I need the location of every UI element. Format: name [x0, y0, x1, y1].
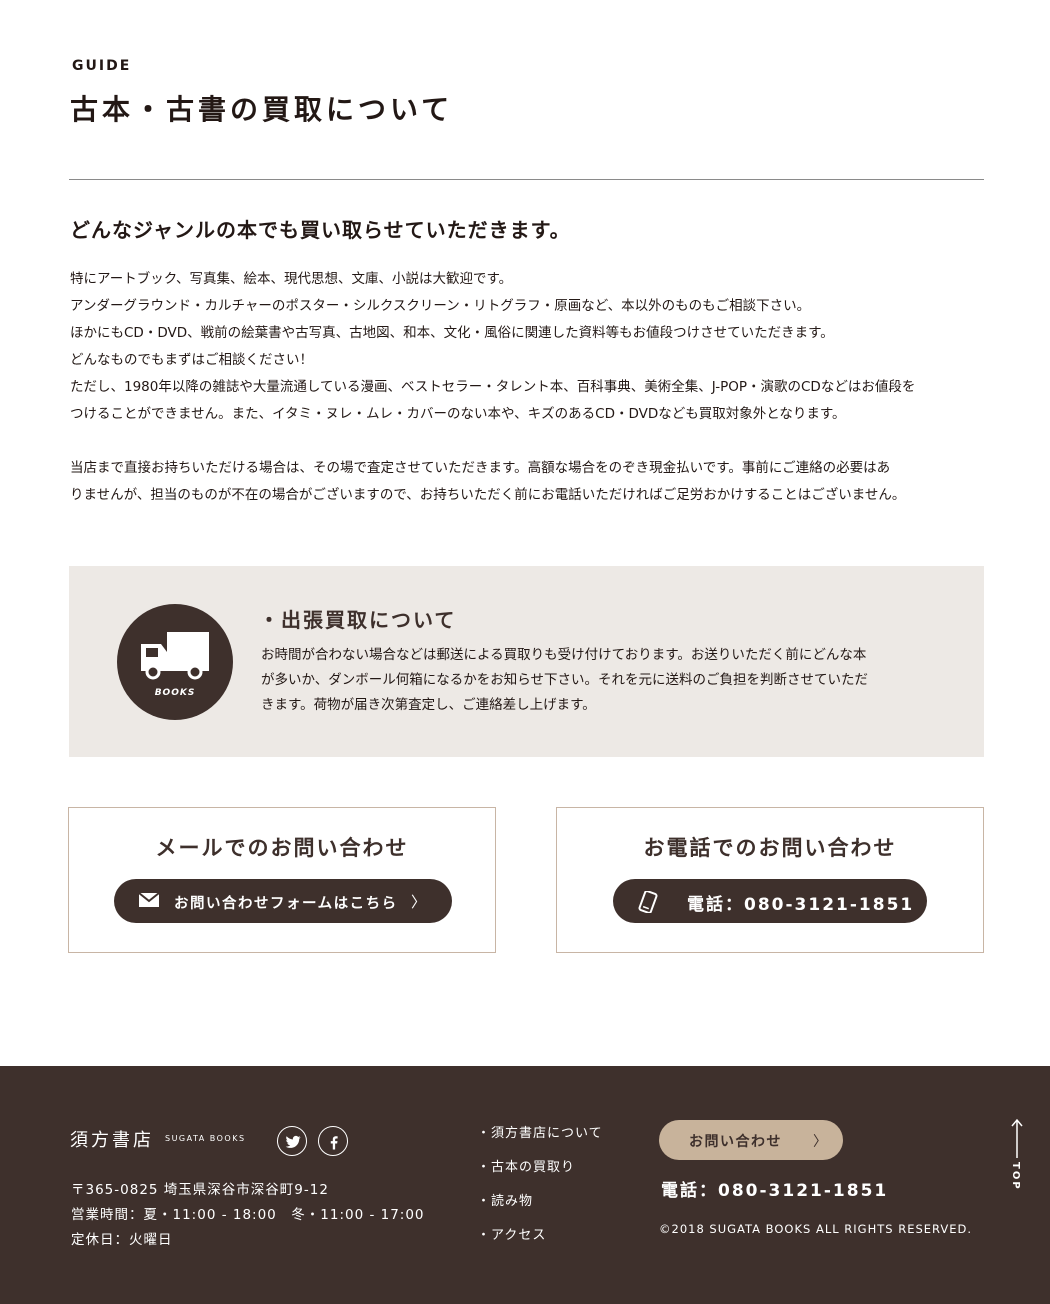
contact-form-button[interactable]: お問い合わせフォームはこちら 〉: [114, 879, 452, 923]
tel-contact-card: お電話でのお問い合わせ 電話：080-3121-1851: [556, 807, 984, 953]
footer-logo[interactable]: 須方書店: [70, 1126, 154, 1152]
lead-heading: どんなジャンルの本でも買い取らせていただきます。: [70, 218, 571, 242]
mail-contact-title: メールでのお問い合わせ: [155, 836, 409, 860]
guide-label: GUIDE: [72, 58, 132, 74]
intro-line: 特にアートブック、写真集、絵本、現代思想、文庫、小説は大歓迎です。: [70, 271, 513, 287]
intro-line: つけることができません。また、イタミ・ヌレ・ムレ・カバーのない本や、キズのあるC…: [70, 406, 846, 422]
service-line: が多いか、ダンボール何箱になるかをお知らせ下さい。それを元に送料のご負担を判断さ…: [261, 672, 868, 688]
phone-call-button[interactable]: 電話：080-3121-1851: [613, 879, 927, 923]
arrow-up-icon: [1011, 1118, 1023, 1158]
footer-tel[interactable]: 電話：080-3121-1851: [661, 1176, 888, 1201]
back-to-top-label: TOP: [1010, 1162, 1021, 1191]
instore-line: 当店まで直接お持ちいただける場合は、その場で査定させていただきます。高額な場合を…: [70, 460, 891, 476]
intro-text: 特にアートブック、写真集、絵本、現代思想、文庫、小説は大歓迎です。 アンダーグラ…: [70, 266, 990, 509]
copyright: ©2018 SUGATA BOOKS ALL RIGHTS RESERVED.: [659, 1222, 973, 1236]
closed-day-line: 定休日：火曜日: [71, 1232, 173, 1248]
truck-icon: [141, 632, 209, 680]
footer-logo-en: SUGATA BOOKS: [165, 1134, 246, 1143]
intro-line: ただし、1980年以降の雑誌や大量流通している漫画、ベストセラー・タレント本、百…: [70, 379, 916, 395]
intro-line: どんなものでもまずはご相談ください！: [70, 352, 313, 368]
footer-nav-buyback[interactable]: ・古本の買取り: [477, 1156, 603, 1190]
chevron-right-icon: 〉: [813, 1134, 827, 1150]
service-title: ・出張買取について: [259, 608, 457, 632]
site-footer: 須方書店 SUGATA BOOKS 〒365-0825 埼玉県深谷市深谷町9-1…: [0, 1066, 1050, 1304]
badge-label: BOOKS: [154, 688, 196, 698]
footer-contact-label: お問い合わせ: [689, 1134, 782, 1150]
footer-nav: ・須方書店について ・古本の買取り ・読み物 ・アクセス: [477, 1122, 603, 1258]
facebook-link[interactable]: [318, 1126, 348, 1156]
phone-icon: [638, 891, 658, 913]
phone-number: 電話：080-3121-1851: [687, 895, 915, 915]
intro-line: ほかにもCD・DVD、戦前の絵葉書や古写真、古地図、和本、文化・風俗に関連した資…: [70, 325, 834, 341]
mail-in-service-box: BOOKS ・出張買取について お時間が合わない場合などは郵送による買取りも受け…: [69, 566, 984, 757]
footer-nav-access[interactable]: ・アクセス: [477, 1224, 603, 1258]
footer-contact-button[interactable]: お問い合わせ 〉: [659, 1120, 843, 1160]
footer-nav-reading[interactable]: ・読み物: [477, 1190, 603, 1224]
back-to-top-button[interactable]: TOP: [1006, 1118, 1028, 1198]
instore-line: りませんが、担当のものが不在の場合がございますので、お持ちいただく前にお電話いた…: [70, 487, 906, 503]
facebook-icon: [330, 1136, 338, 1150]
footer-nav-about[interactable]: ・須方書店について: [477, 1122, 603, 1156]
contact-form-button-label: お問い合わせフォームはこちら: [174, 896, 398, 912]
twitter-icon: [285, 1135, 301, 1148]
page-title: 古本・古書の買取について: [70, 93, 454, 126]
truck-badge: BOOKS: [117, 604, 233, 720]
address-line: 〒365-0825 埼玉県深谷市深谷町9-12: [71, 1182, 329, 1198]
divider: [69, 179, 984, 180]
tel-contact-title: お電話でのお問い合わせ: [643, 836, 897, 860]
footer-address: 〒365-0825 埼玉県深谷市深谷町9-12 営業時間：夏・11:00 - 1…: [71, 1178, 425, 1253]
service-line: お時間が合わない場合などは郵送による買取りも受け付けております。お送りいただく前…: [261, 647, 867, 663]
envelope-icon: [138, 892, 160, 907]
intro-line: アンダーグラウンド・カルチャーのポスター・シルクスクリーン・リトグラフ・原画など…: [70, 298, 811, 314]
twitter-link[interactable]: [277, 1126, 307, 1156]
service-line: きます。荷物が届き次第査定し、ご連絡差し上げます。: [261, 697, 596, 713]
service-text: お時間が合わない場合などは郵送による買取りも受け付けております。お送りいただく前…: [261, 643, 941, 718]
chevron-right-icon: 〉: [410, 893, 426, 911]
hours-line: 営業時間：夏・11:00 - 18:00 冬・11:00 - 17:00: [71, 1207, 425, 1223]
mail-contact-card: メールでのお問い合わせ お問い合わせフォームはこちら 〉: [68, 807, 496, 953]
